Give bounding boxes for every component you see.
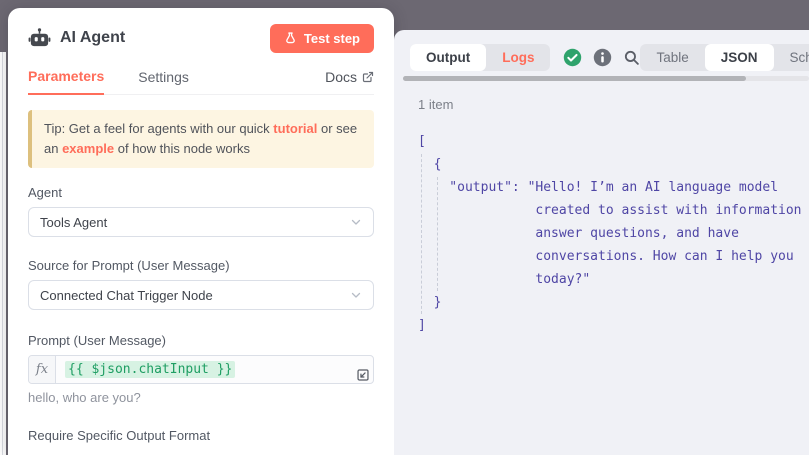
output-toolbar: Output Logs Table JSON Schema	[410, 44, 800, 71]
tab-docs[interactable]: Docs	[325, 69, 374, 94]
tab-json[interactable]: JSON	[705, 44, 774, 71]
items-count: 1 item	[418, 97, 453, 112]
tab-settings[interactable]: Settings	[138, 69, 189, 94]
tab-output[interactable]: Output	[410, 44, 486, 71]
output-panel: Output Logs Table JSON Schema 1 item [ {	[394, 30, 809, 455]
node-title: AI Agent	[60, 29, 125, 47]
agent-select[interactable]: Tools Agent	[28, 207, 374, 237]
test-step-button[interactable]: Test step	[270, 24, 374, 53]
prompt-label: Prompt (User Message)	[28, 333, 374, 348]
agent-label: Agent	[28, 185, 374, 200]
prompt-hint-text: hello, who are you?	[28, 390, 374, 405]
robot-icon	[28, 27, 51, 50]
tab-logs[interactable]: Logs	[486, 44, 550, 71]
expression-value[interactable]: {{ $json.chatInput }}	[65, 361, 235, 378]
tip-text: of how this node works	[114, 141, 250, 156]
node-settings-panel: AI Agent Test step Parameters Settings D…	[8, 8, 394, 455]
source-selected-value: Connected Chat Trigger Node	[40, 288, 213, 303]
tip-callout: Tip: Get a feel for agents with our quic…	[28, 110, 374, 168]
tab-table[interactable]: Table	[640, 44, 704, 71]
source-label: Source for Prompt (User Message)	[28, 258, 374, 273]
info-icon[interactable]	[593, 48, 612, 67]
horizontal-scrollbar	[403, 76, 809, 81]
scrollbar-thumb[interactable]	[403, 76, 746, 81]
fx-badge: fx	[29, 356, 56, 383]
input-panel-edge	[0, 52, 6, 455]
prompt-expression-input[interactable]: fx {{ $json.chatInput }}	[28, 355, 374, 384]
tutorial-link[interactable]: tutorial	[273, 121, 317, 136]
success-check-icon	[563, 48, 582, 67]
expand-expression-icon[interactable]	[356, 368, 370, 382]
json-code[interactable]: [ { "output": "Hello! I’m an AI language…	[418, 130, 809, 337]
tab-parameters[interactable]: Parameters	[28, 68, 104, 95]
flask-icon	[284, 32, 297, 45]
agent-selected-value: Tools Agent	[40, 215, 107, 230]
chevron-down-icon	[350, 216, 362, 228]
indent-guide	[421, 154, 422, 314]
output-logs-switch: Output Logs	[410, 44, 550, 71]
tab-schema[interactable]: Schema	[774, 44, 809, 71]
indent-guide	[437, 177, 438, 291]
json-output-view: [ { "output": "Hello! I’m an AI language…	[418, 130, 809, 337]
external-link-icon	[362, 71, 374, 83]
chevron-down-icon	[350, 289, 362, 301]
tip-text: Tip: Get a feel for agents with our quic…	[44, 121, 273, 136]
docs-label: Docs	[325, 69, 357, 85]
search-icon[interactable]	[623, 49, 640, 66]
test-step-label: Test step	[304, 31, 360, 46]
node-tabs: Parameters Settings Docs	[28, 68, 374, 95]
toolbar-icons	[563, 48, 640, 67]
example-link[interactable]: example	[62, 141, 114, 156]
source-select[interactable]: Connected Chat Trigger Node	[28, 280, 374, 310]
output-format-label: Require Specific Output Format	[28, 428, 374, 443]
display-mode-switch: Table JSON Schema	[640, 44, 809, 71]
node-header: AI Agent Test step	[28, 24, 374, 52]
